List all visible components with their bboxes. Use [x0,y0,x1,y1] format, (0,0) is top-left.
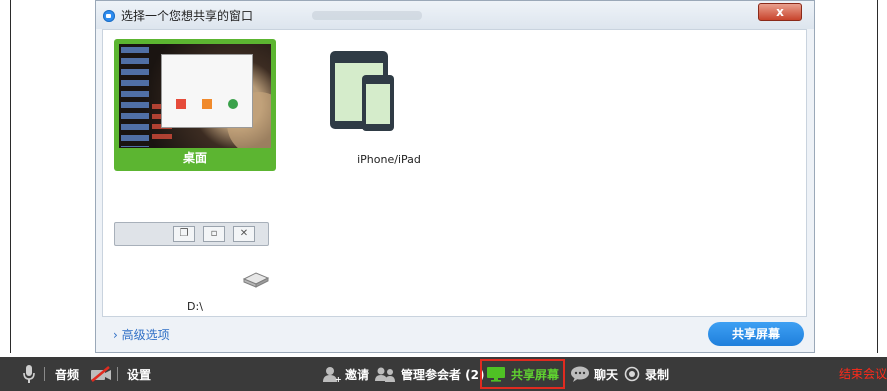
dialog-titlebar[interactable]: 选择一个您想共享的窗口 x [96,1,814,29]
preview-icon [176,99,186,109]
frame-right-border [877,0,878,353]
toolbar-divider [44,367,45,381]
desktop-icons [121,47,149,147]
microphone-button[interactable] [22,357,36,391]
advanced-options-link[interactable]: › 高级选项 [113,326,170,343]
record-icon [624,366,640,382]
toolbar-divider [117,367,118,381]
meeting-toolbar: 音频 设置 + 邀请 管理参会者 (2) 共享屏幕 聊天 录制 结束会议 [0,357,887,391]
tile-drive-d-label: D:\ [187,300,203,313]
preview-icon [202,99,212,109]
microphone-icon [23,365,35,383]
app-logo-icon [103,10,115,22]
participants-icon [375,367,395,382]
toolbar-share-screen-button[interactable]: 共享屏幕 [486,357,559,391]
record-button[interactable]: 录制 [624,357,669,391]
video-off-icon [91,366,111,382]
window-picker: 桌面 iPhone/iPad ❐ ▫ ✕ D:\ [102,29,807,317]
close-button[interactable]: x [758,3,802,21]
manage-participants-button[interactable]: 管理参会者 (2) [375,357,485,391]
monitor-icon [487,367,505,382]
share-window-dialog: 选择一个您想共享的窗口 x 桌面 iPhone/iPad ❐ ▫ ✕ D:\ ›… [95,0,815,353]
desktop-thumbnail [119,44,271,148]
invite-person-icon: + [323,367,341,382]
dialog-title: 选择一个您想共享的窗口 [121,9,254,23]
share-screen-button[interactable]: 共享屏幕 [708,322,804,346]
svg-text:+: + [335,375,341,382]
invite-button[interactable]: + 邀请 [323,357,369,391]
chat-bubble-icon [571,366,589,382]
settings-button[interactable]: 设置 [127,357,151,391]
chat-button[interactable]: 聊天 [570,357,618,391]
blurred-title-area [312,11,422,20]
toolbar-share-screen-label: 共享屏幕 [511,367,560,382]
manage-participants-label: 管理参会者 (2) [401,367,485,382]
video-button[interactable] [90,357,112,391]
desktop-window-preview [161,54,253,128]
dialog-footer: › 高级选项 共享屏幕 [96,317,814,353]
end-meeting-button[interactable]: 结束会议 [839,357,887,391]
maximize-icon: ▫ [203,226,225,242]
audio-button[interactable]: 音频 [55,357,79,391]
record-label: 录制 [645,367,670,382]
invite-label: 邀请 [345,367,370,382]
tile-drive-d[interactable]: ❐ ▫ ✕ D:\ [114,210,276,316]
preview-icon [228,99,238,109]
tile-desktop-label: 桌面 [182,151,207,165]
close-icon: ✕ [233,226,255,242]
tile-iphone-ipad-label: iPhone/iPad [357,153,421,166]
tile-iphone-ipad[interactable]: iPhone/iPad [308,39,470,171]
minimized-window-preview: ❐ ▫ ✕ [114,222,269,246]
frame-left-border [10,0,11,353]
drive-icon [242,272,270,288]
restore-icon: ❐ [173,226,195,242]
ipad-iphone-icon [330,51,394,131]
tile-desktop[interactable]: 桌面 [114,39,276,171]
chat-label: 聊天 [594,367,619,382]
